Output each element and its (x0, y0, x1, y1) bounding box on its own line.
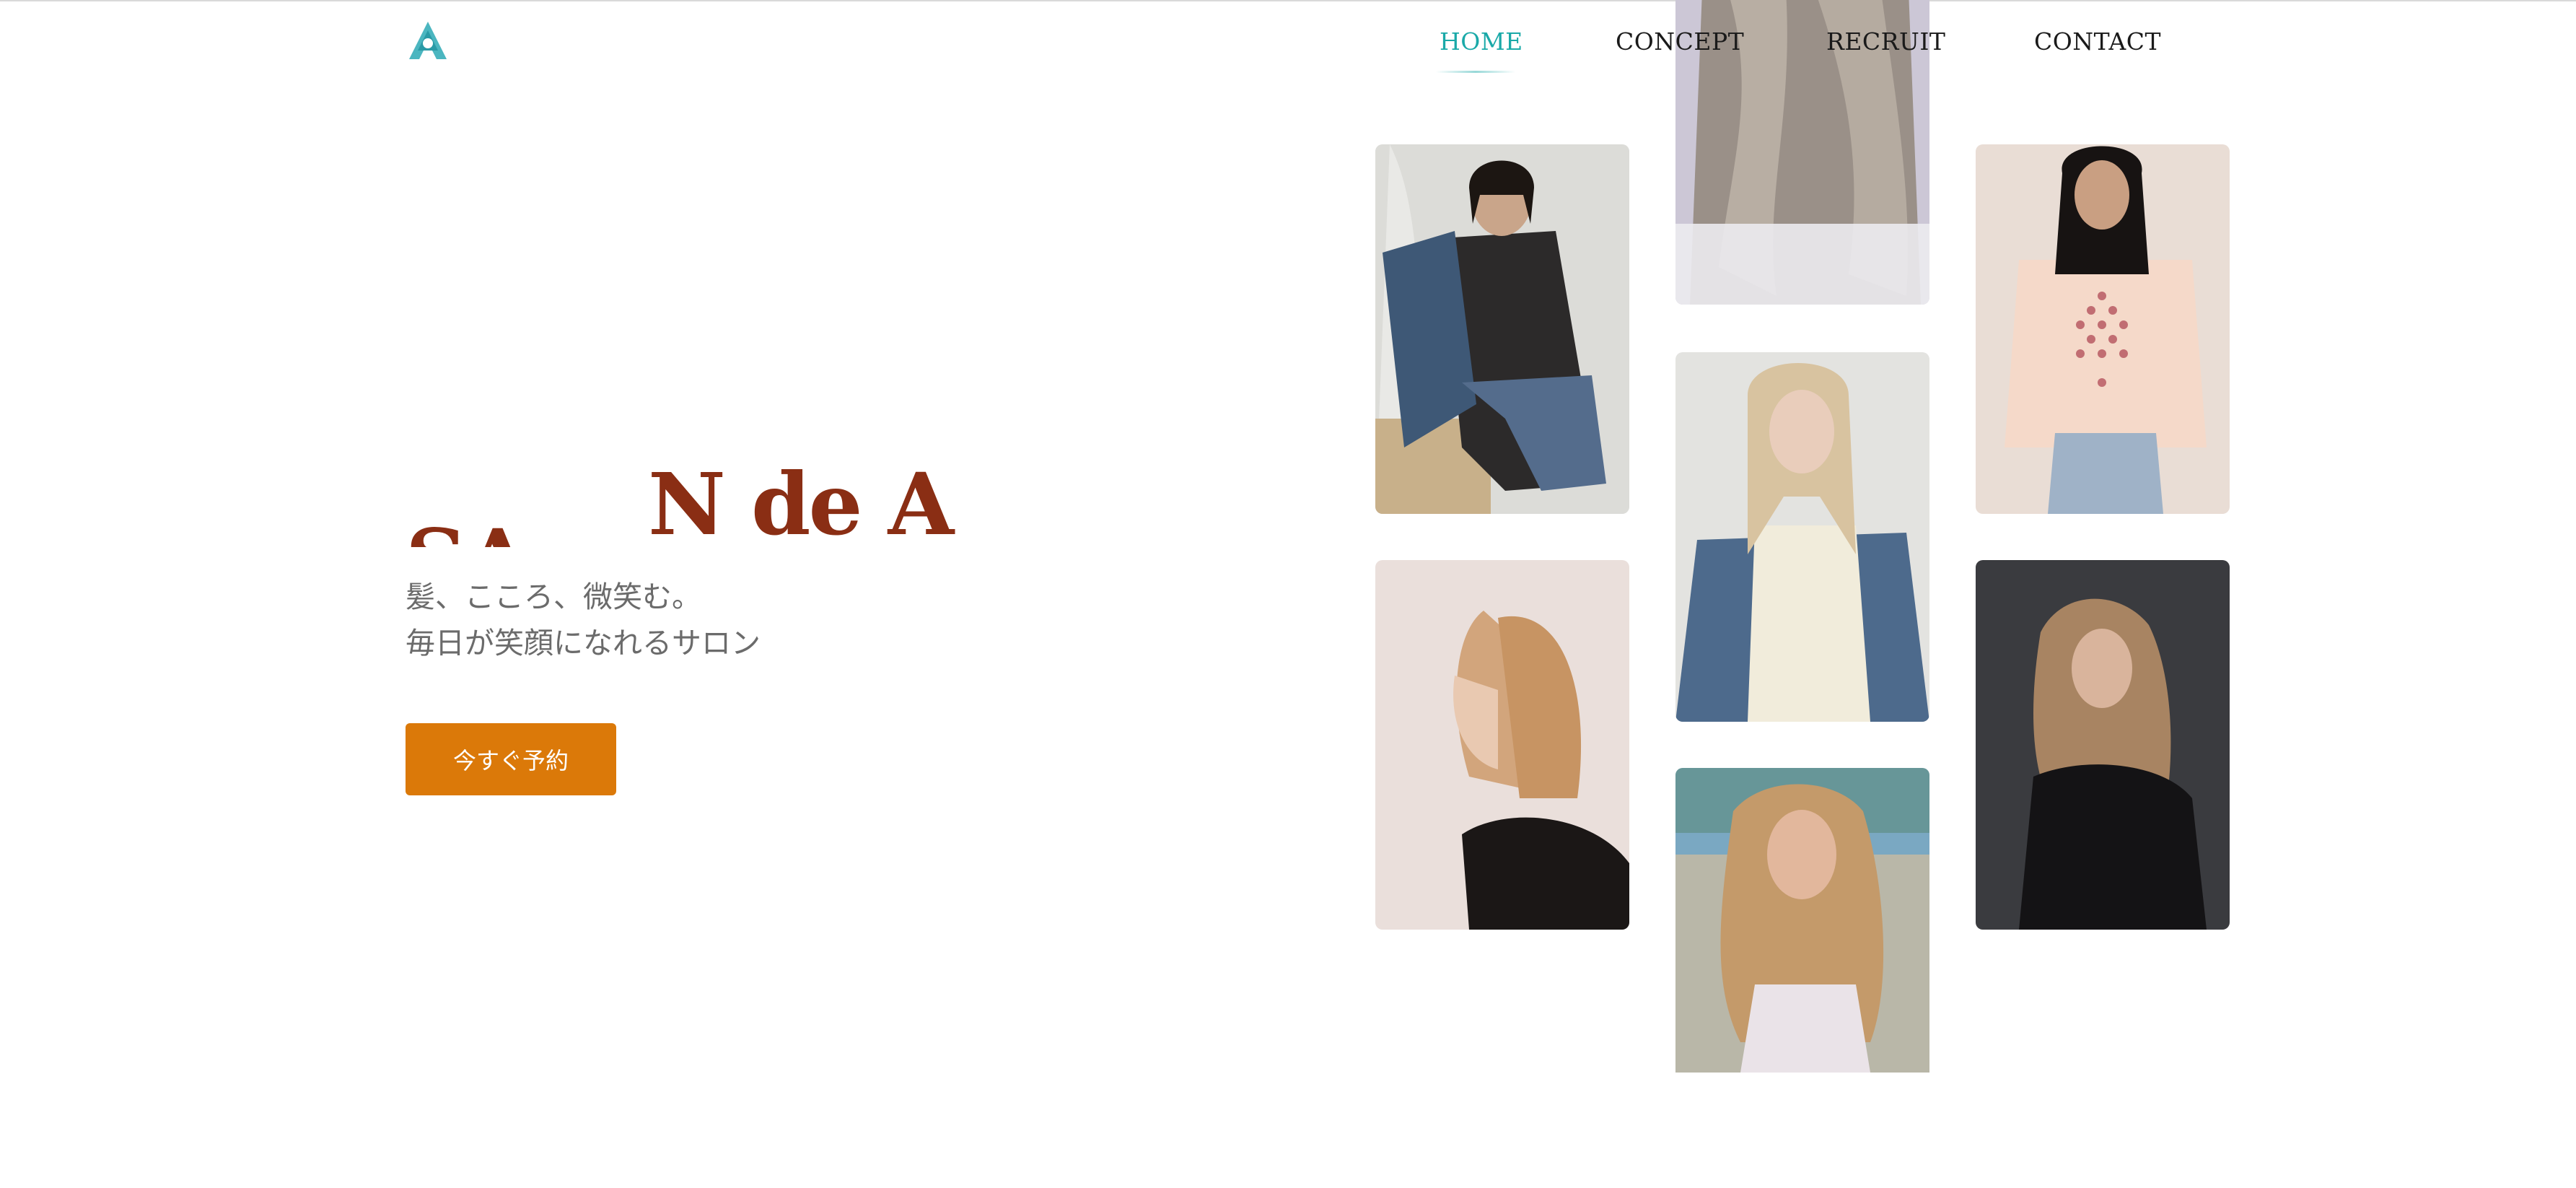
model-photo-7 (1976, 560, 2230, 930)
nav-contact[interactable]: CONTACT (2034, 27, 2161, 56)
model-photo-1 (1375, 144, 1629, 514)
nav-active-indicator (1436, 71, 1515, 73)
triangle-a-logo-icon[interactable] (408, 20, 448, 61)
model-photo-2 (1375, 560, 1629, 930)
model-photo-6 (1976, 144, 2230, 514)
model-photo-5 (1675, 768, 1929, 1073)
top-border (0, 0, 2576, 1)
hero-title-part2: N de A (648, 455, 954, 547)
nav-recruit[interactable]: RECRUIT (1826, 27, 1945, 56)
reserve-now-button[interactable]: 今すぐ予約 (406, 723, 616, 795)
model-photo-4 (1675, 352, 1929, 722)
hero-tagline: 髪、こころ、微笑む。 毎日が笑顔になれるサロン (406, 574, 761, 666)
main-nav: HOME CONCEPT RECRUIT CONTACT (1414, 22, 2222, 79)
hero-title: SA N de A (404, 455, 1198, 548)
hero-title-part1: SA (406, 518, 531, 548)
nav-home[interactable]: HOME (1440, 27, 1523, 56)
tagline-line-1: 髪、こころ、微笑む。 (406, 580, 701, 614)
tagline-line-2: 毎日が笑顔になれるサロン (406, 626, 761, 660)
nav-concept[interactable]: CONCEPT (1616, 27, 1744, 56)
